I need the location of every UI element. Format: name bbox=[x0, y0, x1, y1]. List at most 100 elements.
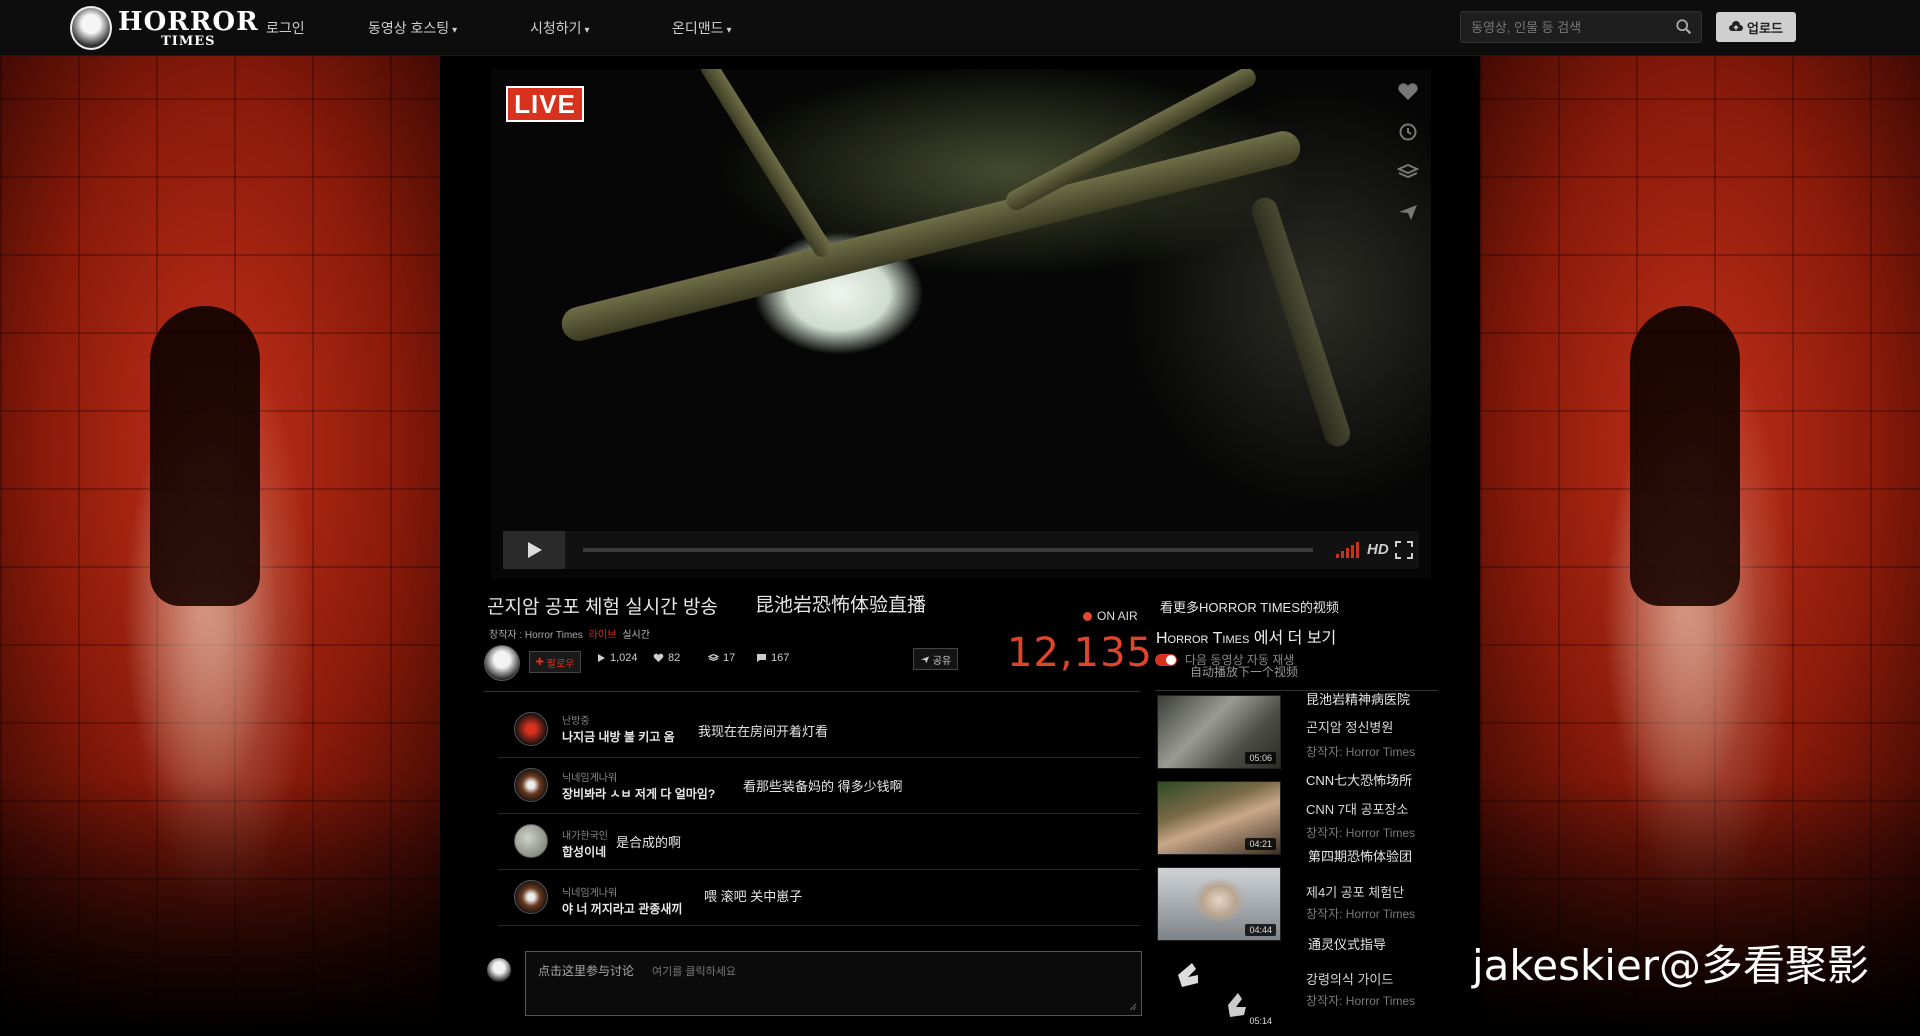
like-count[interactable]: 82 bbox=[653, 652, 680, 664]
player-side-actions bbox=[1396, 83, 1420, 221]
volume-icon[interactable] bbox=[1335, 541, 1361, 559]
search-box bbox=[1460, 11, 1702, 43]
chat-username[interactable]: 닉네임게나워 bbox=[562, 769, 617, 784]
author-line: 창작자 : Horror Times 라이브 실시간 bbox=[489, 626, 650, 641]
video-thumbnail[interactable]: 04:44 bbox=[1157, 867, 1281, 941]
background-art-left bbox=[0, 56, 440, 1036]
player-controls: HD bbox=[503, 531, 1419, 569]
watermark-text: jakeskier@多看聚影 bbox=[1472, 941, 1870, 990]
comment-placeholder: 여기를 클릭하세요 bbox=[652, 966, 737, 978]
top-navigation-bar: HORROR TIMES 로그인 동영상 호스팅▾ 시청하기▾ 온디맨드▾ 업로… bbox=[0, 0, 1920, 56]
chevron-down-icon: ▾ bbox=[584, 25, 590, 36]
layers-count[interactable]: 17 bbox=[708, 652, 735, 664]
recommendation-title[interactable]: 강령의식 가이드 bbox=[1306, 969, 1393, 988]
chat-message: 난방중 나지금 내방 불 키고 옴 我现在在房间开着灯看 bbox=[498, 702, 1140, 758]
video-duration: 05:14 bbox=[1245, 1015, 1276, 1027]
play-button[interactable] bbox=[503, 531, 565, 569]
ghost-hair bbox=[1630, 306, 1740, 606]
upload-button[interactable]: 업로드 bbox=[1716, 12, 1796, 42]
clock-icon[interactable] bbox=[1397, 123, 1419, 141]
comment-input[interactable]: 点击这里参与讨论 여기를 클릭하세요 bbox=[525, 951, 1142, 1016]
video-player[interactable]: LIVE HD bbox=[491, 69, 1431, 579]
share-button[interactable]: 공유 bbox=[913, 648, 958, 670]
chat-text: 장비봐라 ㅅㅂ 저게 다 얼마임? bbox=[562, 787, 716, 801]
search-input[interactable] bbox=[1461, 12, 1661, 42]
fullscreen-icon[interactable] bbox=[1395, 541, 1413, 559]
search-icon[interactable] bbox=[1675, 18, 1693, 36]
send-icon[interactable] bbox=[1397, 203, 1419, 221]
logo-title: HORROR bbox=[118, 6, 259, 37]
recommendation-author: 창작자: Horror Times bbox=[1306, 907, 1416, 921]
video-thumbnail[interactable]: 05:06 bbox=[1157, 695, 1281, 769]
avatar[interactable] bbox=[514, 712, 548, 746]
hd-quality-button[interactable]: HD bbox=[1367, 541, 1389, 558]
autoplay-label-chinese: 自动播放下一个视频 bbox=[1190, 665, 1299, 679]
cloud-upload-icon bbox=[1729, 21, 1744, 31]
channel-avatar[interactable] bbox=[484, 645, 520, 681]
chat-text: 나지금 내방 불 키고 옴 bbox=[562, 730, 675, 744]
recommendation-author: 창작자: Horror Times bbox=[1306, 994, 1416, 1008]
play-count: 1,024 bbox=[597, 652, 638, 664]
follow-button[interactable]: ✚ 팔로우 bbox=[529, 651, 581, 673]
more-videos-chinese: 看更多HORROR TIMES的视频 bbox=[1160, 600, 1339, 615]
avatar[interactable] bbox=[514, 880, 548, 914]
toggle-switch[interactable] bbox=[1155, 653, 1177, 666]
chevron-down-icon: ▾ bbox=[452, 25, 458, 36]
avatar[interactable] bbox=[514, 768, 548, 802]
progress-bar[interactable] bbox=[583, 548, 1313, 552]
chat-username[interactable]: 내가한국인 bbox=[562, 827, 608, 842]
recommendation-title-chinese: 第四期恐怖体验团 bbox=[1308, 849, 1413, 864]
chat-message: 내가한국인 합성이네 是合成的啊 bbox=[498, 814, 1140, 870]
avatar[interactable] bbox=[514, 824, 548, 858]
live-badge: LIVE bbox=[506, 86, 584, 122]
on-air-indicator: ON AIR bbox=[1083, 609, 1138, 623]
realtime-tag: 실시간 bbox=[622, 630, 650, 641]
heart-icon[interactable] bbox=[1397, 83, 1419, 101]
recommendation-author: 창작자: Horror Times bbox=[1306, 745, 1416, 759]
nav-watch[interactable]: 시청하기 ▾ bbox=[530, 18, 590, 38]
comment-count[interactable]: 167 bbox=[756, 652, 789, 664]
comment-hint-chinese: 点击这里参与讨论 bbox=[538, 964, 635, 978]
recommendation-author: 창작자: Horror Times bbox=[1306, 826, 1416, 840]
nav-on-demand[interactable]: 온디맨드 ▾ bbox=[672, 18, 732, 38]
chevron-down-icon: ▾ bbox=[726, 25, 732, 36]
comment-icon bbox=[757, 654, 766, 662]
chat-message: 닉네임게나워 장비봐라 ㅅㅂ 저게 다 얼마임? 看那些装备妈的 得多少钱啊 bbox=[498, 758, 1140, 814]
recommendation-title[interactable]: 곤지암 정신병원 bbox=[1306, 717, 1393, 736]
chat-translation: 看那些装备妈的 得多少钱啊 bbox=[743, 779, 903, 794]
nav-login[interactable]: 로그인 bbox=[266, 18, 305, 38]
video-thumbnail[interactable]: 04:21 bbox=[1157, 781, 1281, 855]
ghost-hair bbox=[150, 306, 260, 606]
chat-username[interactable]: 난방중 bbox=[562, 712, 590, 727]
video-title-chinese: 昆池岩恐怖体验直播 bbox=[755, 595, 927, 616]
live-dot-icon bbox=[1083, 611, 1092, 621]
chat-translation: 是合成的啊 bbox=[616, 835, 682, 850]
background-art-right bbox=[1480, 56, 1920, 1036]
recommendation-title[interactable]: 제4기 공포 체험단 bbox=[1306, 882, 1404, 901]
video-duration: 04:21 bbox=[1245, 838, 1276, 850]
send-icon bbox=[920, 655, 929, 663]
play-icon bbox=[528, 542, 542, 558]
my-avatar bbox=[487, 958, 511, 982]
author-name[interactable]: 창작자 : Horror Times bbox=[489, 630, 583, 641]
recommendation-title-chinese: 通灵仪式指导 bbox=[1308, 937, 1387, 952]
chat-text: 합성이네 bbox=[562, 845, 607, 859]
recommendation-title[interactable]: CNN 7대 공포장소 bbox=[1306, 799, 1408, 818]
recommendation-title-chinese: CNN七大恐怖场所 bbox=[1306, 773, 1413, 788]
chat-translation: 喂 滚吧 关中崽子 bbox=[704, 889, 803, 904]
video-title-korean: 곤지암 공포 체험 실시간 방송 bbox=[487, 597, 718, 618]
resize-handle-icon[interactable] bbox=[1129, 1003, 1137, 1011]
nav-video-hosting[interactable]: 동영상 호스팅 ▾ bbox=[368, 18, 457, 38]
layers-icon[interactable] bbox=[1396, 163, 1420, 181]
site-logo[interactable]: HORROR TIMES bbox=[70, 6, 259, 50]
logo-hand-icon bbox=[70, 6, 112, 50]
video-duration: 04:44 bbox=[1245, 924, 1276, 936]
heart-icon bbox=[653, 653, 664, 662]
viewer-count: 12,135 bbox=[1007, 630, 1153, 676]
more-videos-heading[interactable]: Horror Times 에서 더 보기 bbox=[1156, 624, 1336, 648]
chat-message: 닉네임게나워 야 너 꺼지라고 관종새끼 喂 滚吧 关中崽子 bbox=[498, 870, 1140, 926]
chat-username[interactable]: 닉네임게나워 bbox=[562, 884, 617, 899]
live-tag: 라이브 bbox=[588, 630, 617, 641]
video-thumbnail[interactable]: 05:14 bbox=[1157, 952, 1281, 1032]
play-icon bbox=[598, 654, 605, 662]
